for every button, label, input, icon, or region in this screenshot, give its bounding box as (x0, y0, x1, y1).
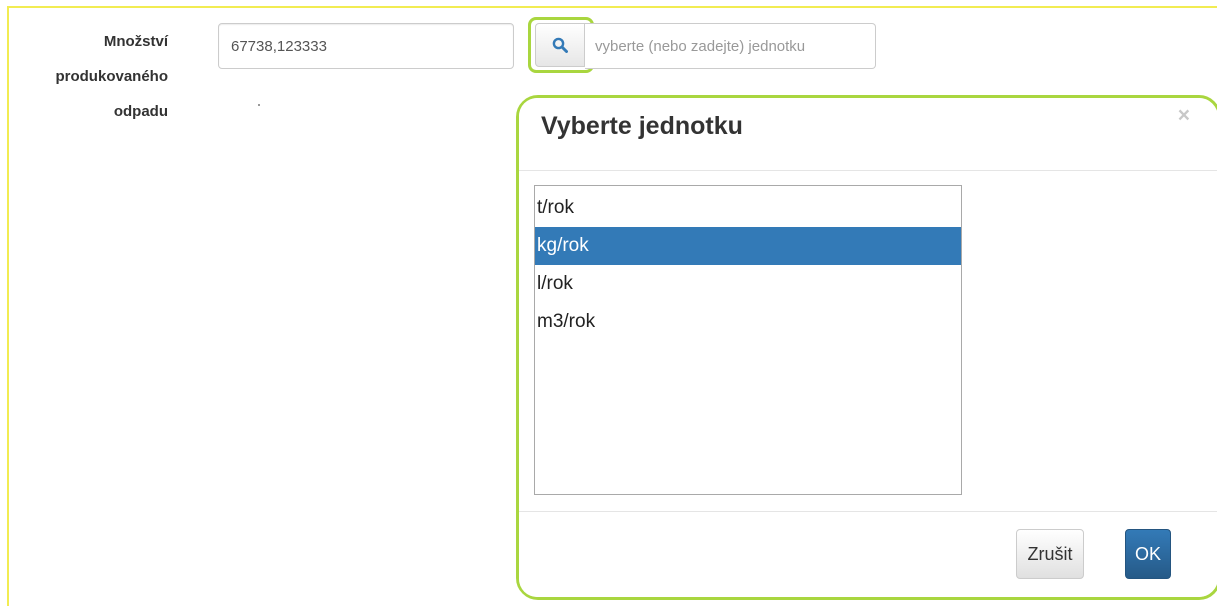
unit-option-m3-rok[interactable]: m3/rok (535, 303, 961, 341)
close-icon[interactable]: × (1178, 105, 1190, 126)
field-label-line-2: produkovaného (55, 68, 168, 85)
field-label-line-1: Množství (103, 33, 168, 50)
stray-dot (258, 104, 260, 106)
search-icon (552, 37, 568, 53)
ok-button[interactable]: OK (1125, 529, 1171, 579)
modal-header: Vyberte jednotku × (519, 98, 1217, 171)
search-button[interactable] (535, 23, 585, 67)
field-label-line-3: odpadu (113, 103, 168, 120)
cancel-button[interactable]: Zrušit (1016, 529, 1084, 579)
unit-option-l-rok[interactable]: l/rok (535, 265, 961, 303)
field-label: Množství produkovaného odpadu (20, 24, 168, 129)
modal-title: Vyberte jednotku (541, 112, 743, 140)
unit-listbox[interactable]: t/rok kg/rok l/rok m3/rok (534, 185, 962, 495)
unit-select-modal: Vyberte jednotku × t/rok kg/rok l/rok m3… (519, 98, 1217, 597)
unit-input[interactable] (585, 23, 876, 69)
amount-input[interactable] (218, 23, 514, 69)
unit-option-kg-rok[interactable]: kg/rok (535, 227, 961, 265)
modal-footer: Zrušit OK (519, 511, 1217, 597)
unit-option-t-rok[interactable]: t/rok (535, 189, 961, 227)
